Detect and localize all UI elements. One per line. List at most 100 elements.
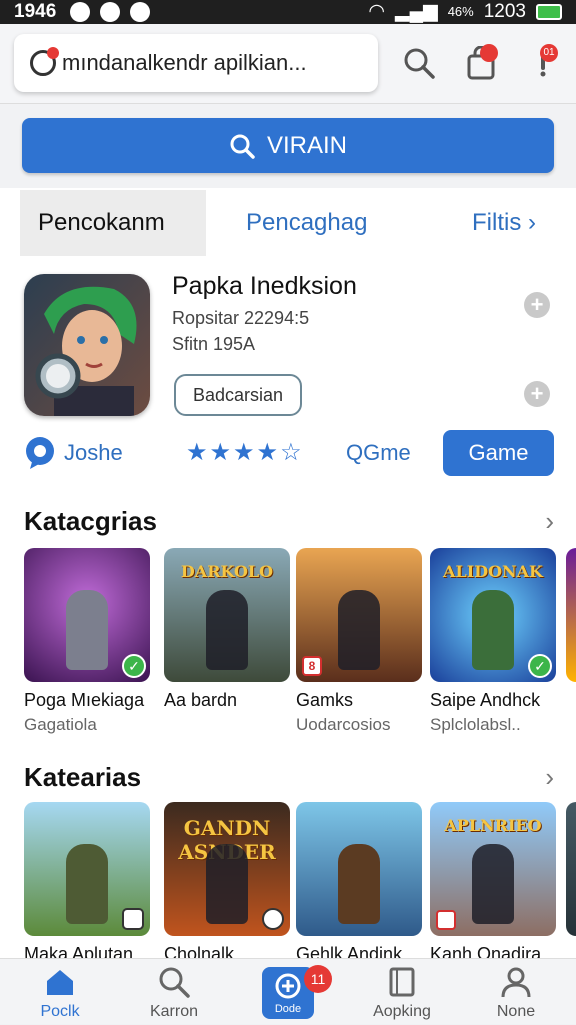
top-bar: mındanalkendr apilkian... 01: [0, 24, 576, 104]
game-thumbnail: GANDN ASNDER: [164, 802, 290, 936]
game-card-partial[interactable]: [566, 548, 576, 682]
card-row: ✓ Poga Mıekiaga Gagatiola DARKOLO Aa bar…: [0, 548, 576, 748]
status-time: 1946: [14, 1, 57, 22]
chat-bubble-icon: [26, 437, 54, 469]
nav-label: None: [496, 1003, 536, 1020]
game-card[interactable]: APLNRIEO Kanh Onadira: [430, 802, 556, 958]
status-bar: 1946 ◠ ▂▄▆ 46% 1203: [0, 0, 576, 24]
joshe-label: Joshe: [64, 440, 123, 465]
game-card[interactable]: Maka Aplutan: [24, 802, 150, 958]
add-icon[interactable]: +: [524, 292, 550, 318]
game-card[interactable]: GANDN ASNDER Cholnalk: [164, 802, 290, 958]
search-icon: [159, 967, 190, 998]
notification-icon: [70, 2, 90, 22]
game-subtitle: Splclolabsl..: [430, 715, 521, 734]
featured-app-title: Papka Inedksion: [172, 272, 357, 300]
card-row: Maka Aplutan GANDN ASNDER Cholnalk Gehlk…: [0, 802, 576, 958]
tab-filtis-label: Filtis: [472, 209, 522, 236]
store-badge-icon: [122, 908, 144, 930]
game-name: Aa bardn: [164, 690, 238, 710]
thumbnail-title: DARKOLO: [180, 562, 274, 581]
featured-app-icon[interactable]: [24, 274, 150, 416]
game-name: Cholnalk: [164, 944, 235, 958]
chevron-right-icon[interactable]: ›: [545, 762, 554, 793]
game-thumbnail: [24, 802, 150, 936]
game-thumbnail: DARKOLO: [164, 548, 290, 682]
verified-check-icon: [30, 47, 59, 76]
tab-bar: Pencokanm Pencaghag Filtis ›: [0, 190, 576, 256]
search-text: mındanalkendr apilkian...: [62, 50, 307, 75]
game-subtitle: Uodarcosios: [296, 715, 391, 734]
nav-label: Aopking: [373, 1003, 431, 1020]
status-notification-icons: [70, 2, 150, 22]
user-icon: [501, 967, 531, 998]
main-content: Pencokanm Pencaghag Filtis › Papka Inedk…: [0, 188, 576, 958]
nav-label: Dode: [274, 1003, 302, 1015]
signal-icon: ▂▄▆: [395, 1, 438, 22]
nav-search[interactable]: Karron: [124, 959, 224, 1025]
section-title: Katacgrias: [24, 506, 157, 536]
game-button[interactable]: Game: [443, 430, 554, 476]
store-badge-icon: 8: [302, 656, 322, 676]
game-card-partial[interactable]: [566, 802, 576, 936]
check-badge-icon: ✓: [122, 654, 146, 678]
game-name: Maka Aplutan: [24, 944, 134, 958]
tab-pencaghag[interactable]: Pencaghag: [246, 190, 367, 256]
game-thumbnail: ✓: [24, 548, 150, 682]
notification-dot: [47, 47, 59, 59]
game-name: Gehlk Andink: [296, 944, 403, 958]
game-thumbnail: ALIDONAK ✓: [430, 548, 556, 682]
nav-label: Poclk: [40, 1003, 80, 1020]
add-icon[interactable]: +: [524, 381, 550, 407]
game-thumbnail: [566, 802, 576, 936]
status-right: ◠ ▂▄▆ 46% 1203: [368, 0, 562, 24]
badcarsian-button[interactable]: Badcarsian: [174, 374, 302, 416]
character-figure: [472, 844, 514, 924]
chevron-right-icon: ›: [528, 209, 536, 236]
character-figure: [338, 844, 380, 924]
game-card[interactable]: Gehlk Andink: [296, 802, 422, 958]
game-subtitle: Gagatiola: [24, 715, 97, 734]
character-figure: [206, 590, 248, 670]
game-thumbnail: [566, 548, 576, 682]
search-button[interactable]: VIRAIN: [22, 118, 554, 173]
thumbnail-title: APLNRIEO: [444, 816, 542, 835]
gamepad-icon: [275, 973, 301, 999]
character-figure: [66, 590, 108, 670]
game-card[interactable]: ✓ Poga Mıekiaga Gagatiola: [24, 548, 150, 735]
character-figure: [338, 590, 380, 670]
tab-pencokanm[interactable]: Pencokanm: [20, 190, 206, 256]
character-figure: [206, 844, 248, 924]
search-icon: [230, 134, 255, 159]
nav-profile[interactable]: None: [466, 959, 566, 1025]
search-icon[interactable]: [402, 46, 436, 80]
game-card[interactable]: DARKOLO Aa bardn: [164, 548, 290, 715]
action-row: Joshe ★★★★☆ QGme Game: [0, 430, 576, 480]
bottom-nav: Poclk Karron Dode 11 Aopking None: [0, 958, 576, 1024]
thumbnail-title: ALIDONAK: [443, 562, 543, 581]
battery-percent: 46%: [447, 4, 474, 19]
notification-icon: [100, 2, 120, 22]
wifi-icon: ◠: [368, 1, 385, 22]
game-card[interactable]: 8 Gamks Uodarcosios: [296, 548, 422, 735]
status-clock: 1203: [483, 1, 526, 22]
home-icon: [47, 970, 73, 995]
tab-filtis[interactable]: Filtis ›: [472, 190, 536, 256]
game-thumbnail: 8: [296, 548, 422, 682]
check-badge-icon: ✓: [528, 654, 552, 678]
character-figure: [66, 844, 108, 924]
game-name: Gamks: [296, 690, 354, 710]
game-name: Kanh Onadira: [430, 944, 542, 958]
game-card[interactable]: ALIDONAK ✓ Saipe Andhck Splclolabsl..: [430, 548, 556, 735]
nav-home[interactable]: Poclk: [10, 959, 110, 1025]
game-name: Saipe Andhck: [430, 690, 541, 710]
featured-app-meta-1: Ropsitar 22294:5: [172, 308, 310, 328]
nav-label: Karron: [149, 1003, 199, 1020]
joshe-link[interactable]: Joshe: [24, 436, 123, 470]
featured-app-meta-2: Sfitn 195A: [172, 334, 256, 354]
nav-badge: 11: [304, 965, 332, 993]
search-box[interactable]: mındanalkendr apilkian...: [14, 34, 378, 92]
nav-booking[interactable]: Aopking: [352, 959, 452, 1025]
chevron-right-icon[interactable]: ›: [545, 506, 554, 537]
qgme-link[interactable]: QGme: [346, 440, 411, 466]
